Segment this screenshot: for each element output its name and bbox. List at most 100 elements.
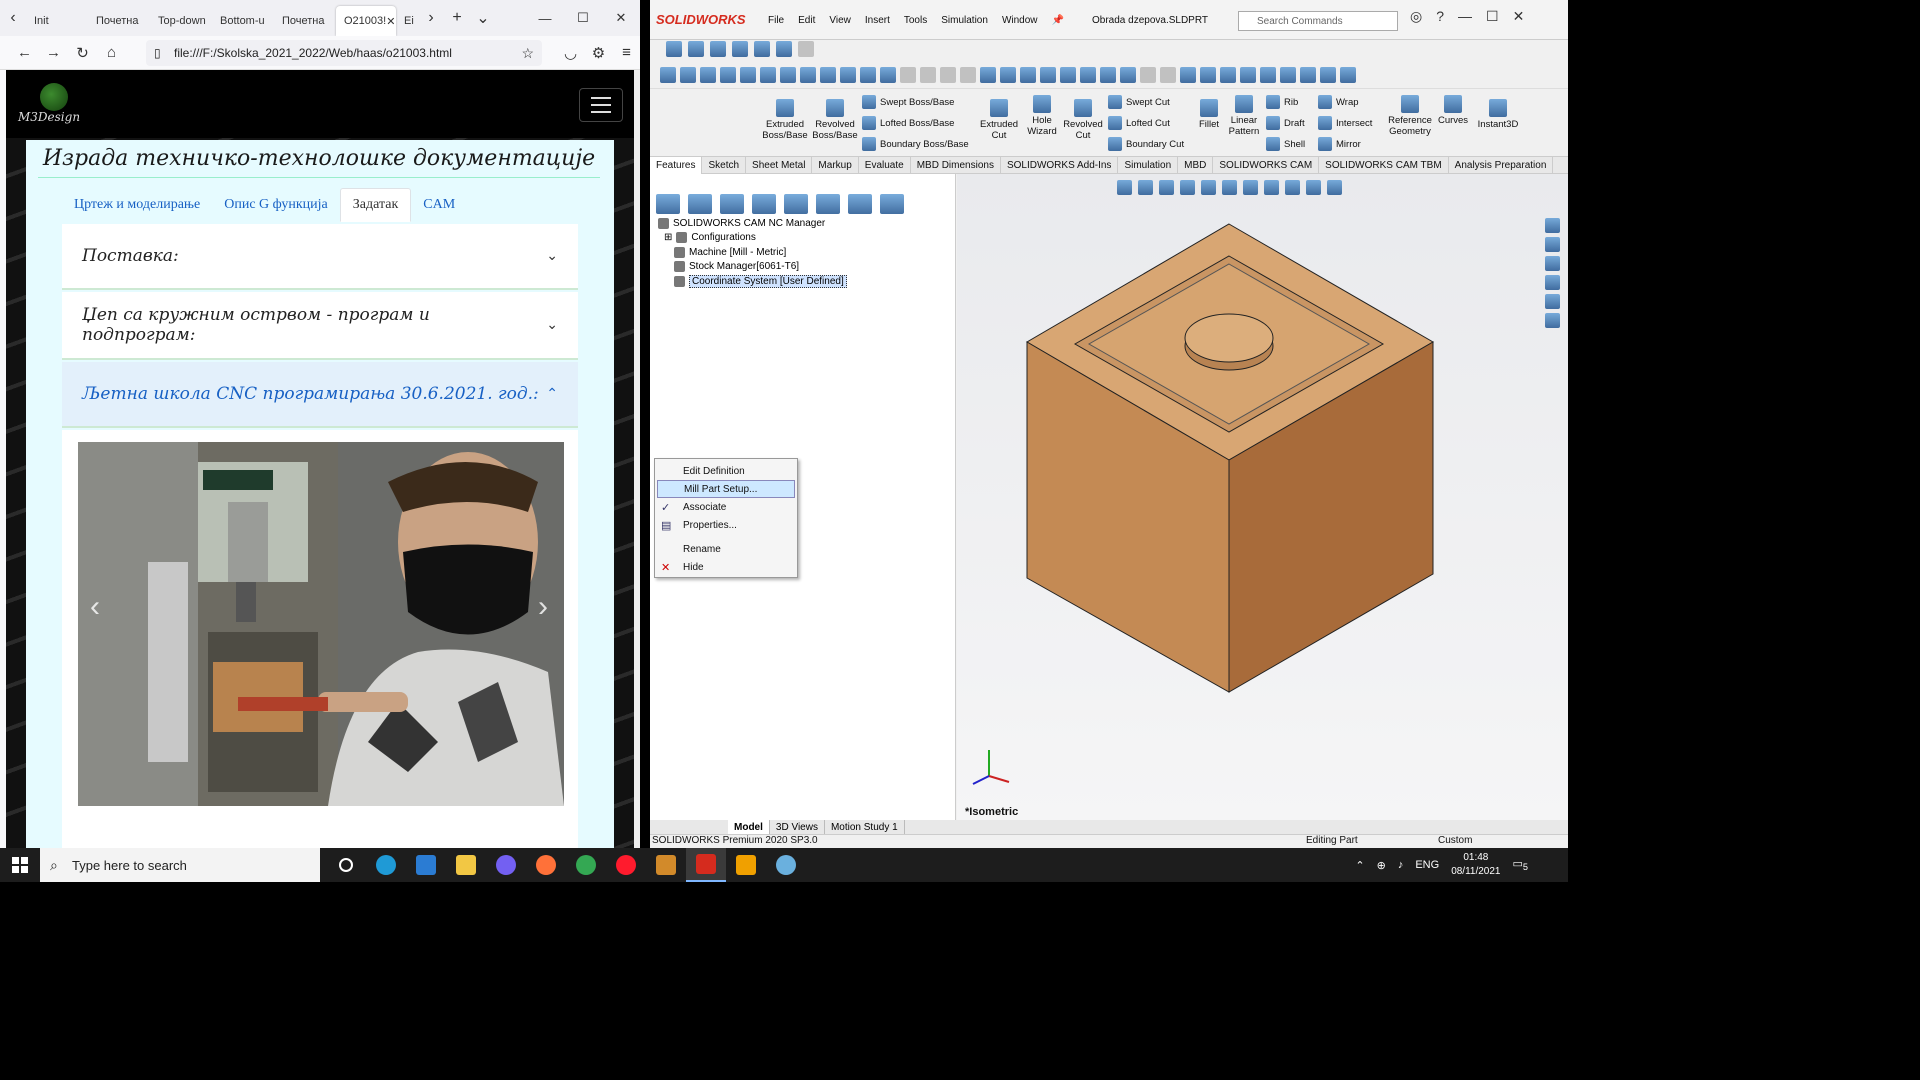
pin-icon[interactable]: 📌 — [1052, 15, 1064, 26]
lofted-cut-button[interactable]: Lofted Cut — [1108, 116, 1170, 130]
toolbar-icon[interactable] — [860, 67, 876, 83]
tab-cam[interactable]: CAM — [411, 188, 467, 222]
toolbar-icon[interactable] — [1160, 67, 1176, 83]
tab-scroll-right-icon[interactable]: › — [418, 0, 444, 36]
tray-expand-icon[interactable]: ⌃ — [1355, 859, 1364, 872]
menu-item-properties[interactable]: ▤ Properties... — [655, 516, 797, 534]
view-settings-icon[interactable] — [1327, 180, 1342, 195]
boundary-cut-button[interactable]: Boundary Cut — [1108, 137, 1184, 151]
app-icon[interactable] — [726, 848, 766, 882]
save-icon[interactable] — [732, 41, 748, 57]
task-view-icon[interactable] — [326, 848, 366, 882]
design-library-icon[interactable] — [1545, 237, 1560, 252]
carousel-indicator[interactable] — [278, 827, 304, 830]
draft-button[interactable]: Draft — [1266, 116, 1305, 130]
site-logo-text[interactable]: M3Design — [18, 110, 80, 124]
menu-tools[interactable]: Tools — [904, 15, 927, 26]
extruded-cut-button[interactable]: Extruded Cut — [978, 99, 1020, 141]
toolbar-icon[interactable] — [1340, 67, 1356, 83]
close-window-icon[interactable]: ✕ — [1513, 8, 1525, 25]
home-icon[interactable]: ⌂ — [97, 38, 126, 68]
toolbar-icon[interactable] — [1100, 67, 1116, 83]
toolbar-icon[interactable] — [840, 67, 856, 83]
volume-icon[interactable]: ♪ — [1398, 859, 1404, 871]
undo-icon[interactable] — [798, 41, 814, 57]
toolbar-icon[interactable] — [1040, 67, 1056, 83]
edit-appearance-icon[interactable] — [1285, 180, 1300, 195]
tab-cam[interactable]: SOLIDWORKS CAM — [1213, 157, 1320, 174]
zoom-to-fit-icon[interactable] — [1117, 180, 1132, 195]
tab-sheet-metal[interactable]: Sheet Metal — [746, 157, 813, 174]
network-icon[interactable]: ⊕ — [1377, 859, 1386, 872]
extensions-icon[interactable]: ⚙ — [584, 38, 613, 68]
forward-icon[interactable]: → — [39, 38, 68, 68]
new-document-icon[interactable] — [688, 41, 704, 57]
cam-operation-tree-icon[interactable] — [848, 194, 872, 214]
toolbar-icon[interactable] — [1300, 67, 1316, 83]
tab-motion-study[interactable]: Motion Study 1 — [825, 820, 905, 834]
accordion-summer-school[interactable]: Љетна школа CNC програмирања 30.6.2021. … — [62, 362, 578, 428]
tab-drawing[interactable]: Цртеж и моделирање — [62, 188, 212, 222]
display-manager-icon[interactable] — [784, 194, 808, 214]
property-manager-icon[interactable] — [688, 194, 712, 214]
browser-tab[interactable]: Init — [26, 6, 88, 36]
tab-sketch[interactable]: Sketch — [702, 157, 747, 174]
pocket-icon[interactable]: ◡ — [556, 38, 585, 68]
tab-evaluate[interactable]: Evaluate — [859, 157, 911, 174]
tree-item-configurations[interactable]: ⊞ Configurations — [658, 231, 847, 246]
revolved-cut-button[interactable]: Revolved Cut — [1062, 99, 1104, 141]
extruded-boss-button[interactable]: Extruded Boss/Base — [762, 99, 808, 141]
part-model[interactable] — [1023, 222, 1435, 694]
tab-gcode[interactable]: Опис G функција — [212, 188, 340, 222]
browser-tab[interactable]: Bottom-u — [212, 6, 274, 36]
home-icon[interactable] — [666, 41, 682, 57]
taskbar-search-input[interactable]: ⌕ Type here to search — [40, 848, 320, 882]
carousel-indicator[interactable] — [158, 827, 184, 830]
tree-item-machine[interactable]: Machine [Mill - Metric] — [658, 245, 847, 260]
cam-feature-tree-icon[interactable] — [816, 194, 840, 214]
feature-manager-icon[interactable] — [656, 194, 680, 214]
file-explorer-icon[interactable] — [446, 848, 486, 882]
toolbar-icon[interactable] — [1140, 67, 1156, 83]
media-player-icon[interactable] — [646, 848, 686, 882]
file-explorer-icon[interactable] — [1545, 256, 1560, 271]
tab-list-icon[interactable]: ⌄ — [470, 0, 496, 36]
configuration-manager-icon[interactable] — [720, 194, 744, 214]
menu-edit[interactable]: Edit — [798, 15, 815, 26]
reference-geometry-button[interactable]: Reference Geometry — [1384, 95, 1436, 137]
bookmark-star-icon[interactable]: ☆ — [521, 45, 534, 62]
shell-button[interactable]: Shell — [1266, 137, 1305, 151]
viber-icon[interactable] — [486, 848, 526, 882]
tab-model[interactable]: Model — [728, 820, 770, 834]
page-scrollbar[interactable] — [634, 70, 640, 848]
toolbar-icon[interactable] — [1220, 67, 1236, 83]
toolbar-icon[interactable] — [800, 67, 816, 83]
dimxpert-icon[interactable] — [752, 194, 776, 214]
toolbar-icon[interactable] — [740, 67, 756, 83]
view-orientation-icon[interactable] — [1222, 180, 1237, 195]
boundary-boss-button[interactable]: Boundary Boss/Base — [862, 137, 969, 151]
toolbar-icon[interactable] — [1120, 67, 1136, 83]
sw-logo[interactable]: SOLIDWORKS — [656, 12, 746, 27]
toolbar-icon[interactable] — [1060, 67, 1076, 83]
site-logo-icon[interactable] — [40, 83, 68, 111]
tab-features[interactable]: Features — [650, 157, 703, 174]
close-window-icon[interactable]: ✕ — [602, 0, 640, 36]
solidworks-taskbar-icon[interactable] — [686, 848, 726, 882]
tab-simulation[interactable]: Simulation — [1118, 157, 1179, 174]
apply-scene-icon[interactable] — [1306, 180, 1321, 195]
clock[interactable]: 01:48 08/11/2021 — [1451, 851, 1500, 879]
tab-mbd[interactable]: MBD — [1178, 157, 1214, 174]
toolbar-icon[interactable] — [700, 67, 716, 83]
firefox-icon[interactable] — [526, 848, 566, 882]
browser-tab[interactable]: Почетна — [88, 6, 150, 36]
toolbar-icon[interactable] — [1200, 67, 1216, 83]
toolbar-icon[interactable] — [1260, 67, 1276, 83]
toolbar-icon[interactable] — [880, 67, 896, 83]
edge-icon[interactable] — [366, 848, 406, 882]
browser-tab[interactable]: Почетна — [274, 6, 336, 36]
tab-analysis-preparation[interactable]: Analysis Preparation — [1449, 157, 1554, 174]
toolbar-icon[interactable] — [780, 67, 796, 83]
reload-icon[interactable]: ↻ — [68, 38, 97, 68]
menu-item-associate[interactable]: ✓ Associate — [655, 498, 797, 516]
